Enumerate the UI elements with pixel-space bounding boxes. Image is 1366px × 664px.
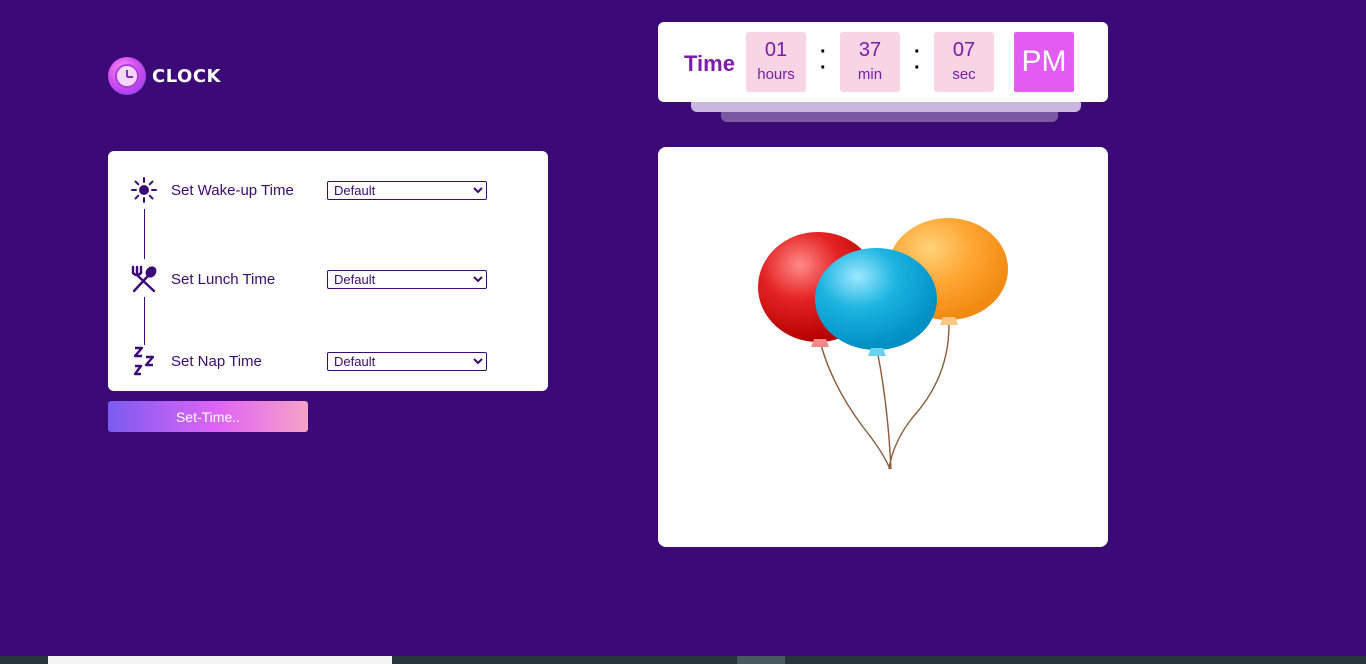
lunch-label: Set Lunch Time [171, 270, 276, 288]
seconds-box: 07 sec [934, 32, 994, 92]
nap-label: Set Nap Time [171, 352, 262, 370]
logo: CLOCK [108, 57, 221, 95]
taskbar [0, 656, 1366, 664]
divider-line [144, 209, 145, 259]
seconds-unit: sec [952, 66, 976, 83]
nap-row: Set Nap Time Default [128, 345, 487, 377]
clock-logo-icon [108, 57, 146, 95]
wakeup-row: Set Wake-up Time Default [128, 174, 487, 206]
divider-line [144, 297, 145, 345]
wakeup-label: Set Wake-up Time [171, 181, 294, 199]
lunch-row: Set Lunch Time Default [128, 263, 487, 295]
hours-unit: hours [757, 66, 795, 83]
time-label: Time [684, 51, 735, 76]
logo-text: CLOCK [152, 65, 221, 87]
sleep-zzz-icon [128, 345, 160, 377]
lunch-select[interactable]: Default [327, 269, 487, 289]
image-card [658, 147, 1108, 547]
minutes-value: 37 [858, 39, 882, 61]
clock-card: Time 01 hours · · 37 min · · 07 sec PM [658, 22, 1108, 102]
settings-card: Set Wake-up Time Default Set Lunch Time … [108, 151, 548, 391]
hours-value: 01 [764, 39, 788, 61]
colon-separator: · · [914, 41, 921, 79]
taskbar-window-preview[interactable] [48, 656, 392, 664]
minutes-box: 37 min [840, 32, 900, 92]
sun-icon [128, 174, 160, 206]
ampm-indicator: PM [1014, 32, 1074, 92]
minutes-unit: min [857, 66, 883, 83]
balloons-illustration [758, 218, 1008, 470]
hours-box: 01 hours [746, 32, 806, 92]
fork-spoon-icon [128, 263, 160, 295]
seconds-value: 07 [952, 39, 976, 61]
set-time-button[interactable]: Set-Time.. [108, 401, 308, 432]
nap-select[interactable]: Default [327, 351, 487, 371]
wakeup-select[interactable]: Default [327, 180, 487, 200]
colon-separator: · · [820, 41, 827, 79]
taskbar-button[interactable] [737, 656, 785, 664]
